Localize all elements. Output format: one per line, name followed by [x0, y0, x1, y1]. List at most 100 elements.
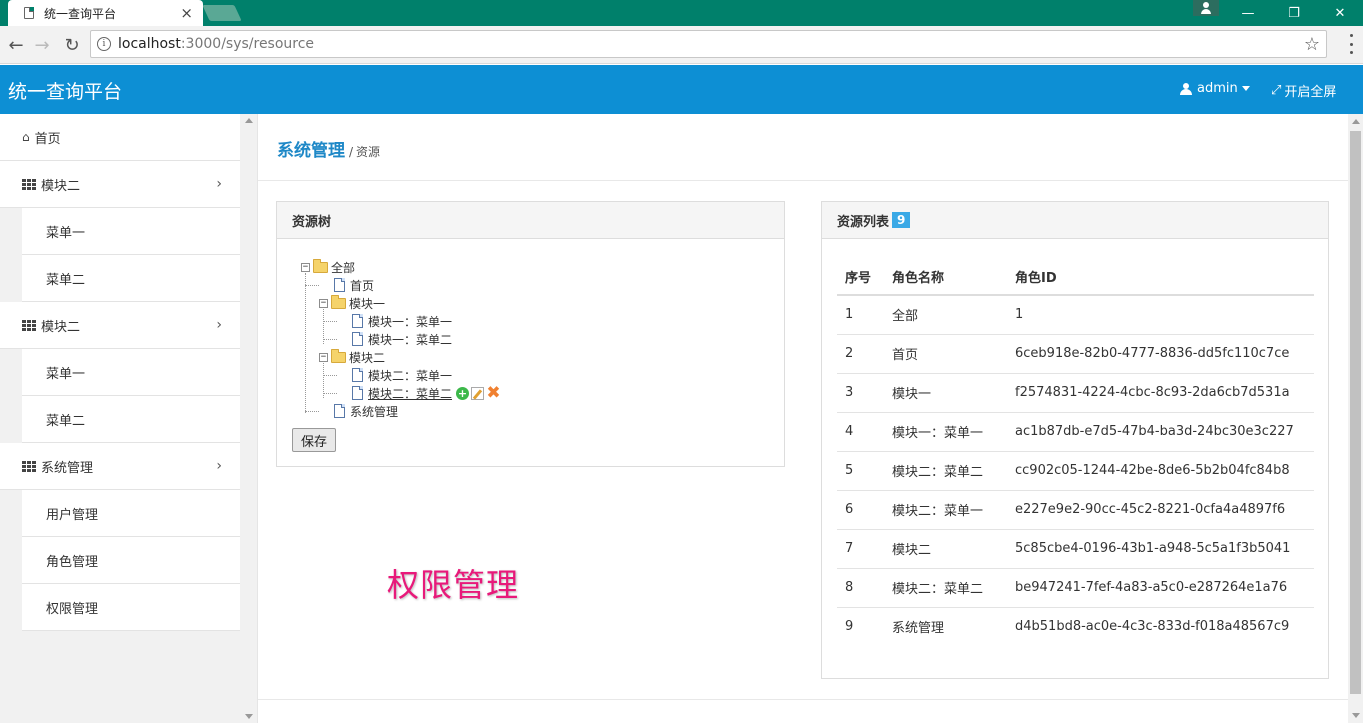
cell-index: 5 [837, 451, 884, 491]
resource-table: 序号 角色名称 角色ID 1 全部 1 2 首页 6ceb918e-82b0-4777-… [837, 259, 1314, 646]
users-icon [1178, 82, 1194, 95]
cell-name: 模块二：菜单二 [884, 568, 1007, 608]
scroll-up-icon[interactable] [245, 118, 253, 123]
resource-tree-panel: 资源树 − 全部 首页 − 模块一 模块一：菜单一 模块一：菜单二 − 模块二 … [276, 201, 785, 467]
scroll-thumb[interactable] [1350, 131, 1361, 694]
tree-node-selected[interactable]: 模块二：菜单二 + ✖ [352, 384, 501, 401]
tree-node-label: 模块一：菜单一 [368, 314, 453, 329]
tree-node[interactable]: 首页 [334, 277, 374, 293]
chevron-right-icon: › [216, 458, 222, 474]
tree-node[interactable]: 系统管理 [334, 403, 398, 419]
profile-icon[interactable] [1193, 0, 1219, 16]
table-row: 4 模块一：菜单一 ac1b87db-e7d5-47b4-ba3d-24bc30e3… [837, 412, 1314, 452]
column-header: 角色名称 [884, 259, 1007, 296]
scroll-down-icon[interactable] [1352, 713, 1360, 718]
tab-close-icon[interactable]: × [180, 5, 193, 21]
caret-down-icon [1241, 86, 1250, 91]
panel-title: 资源列表 9 [822, 202, 1328, 239]
cell-index: 3 [837, 373, 884, 413]
sidebar-subitem[interactable]: 菜单一 [22, 208, 240, 255]
tree-node[interactable]: 模块一：菜单一 [352, 313, 452, 329]
fullscreen-button[interactable]: ⤢ 开启全屏 [1271, 81, 1336, 100]
back-arrow-icon[interactable]: ← [4, 33, 28, 57]
fullscreen-label: 开启全屏 [1284, 85, 1337, 100]
tree-node-root[interactable]: − 全部 [301, 258, 356, 275]
tree-node[interactable]: − 模块一 [319, 294, 386, 311]
app-brand[interactable]: 统一查询平台 [8, 77, 122, 104]
table-row: 8 模块二：菜单二 be947241-7fef-4a83-a5c0-e287264e… [837, 568, 1314, 608]
sidebar-group-module[interactable]: 模块二 › [0, 161, 240, 208]
cell-index: 4 [837, 412, 884, 452]
tree-node[interactable]: 模块二：菜单一 [352, 367, 452, 383]
sidebar-group-system[interactable]: 系统管理 › [0, 443, 240, 490]
cell-name: 模块一：菜单一 [884, 412, 1007, 452]
app-header: 统一查询平台 admin ⤢ 开启全屏 [0, 65, 1363, 114]
sidebar-subitem[interactable]: 菜单一 [22, 349, 240, 396]
page-icon [352, 314, 363, 328]
breadcrumb-separator: / [349, 145, 354, 159]
sidebar-item-users[interactable]: 用户管理 [22, 490, 240, 537]
cell-name: 首页 [884, 334, 1007, 374]
collapse-icon[interactable]: − [301, 262, 310, 272]
page-scrollbar[interactable] [1348, 114, 1363, 723]
cell-id: f2574831-4224-4cbc-8c93-2da6cb7d531a [1007, 373, 1314, 413]
restore-button[interactable]: ❐ [1271, 0, 1317, 26]
cell-index: 7 [837, 529, 884, 569]
save-button[interactable]: 保存 [292, 428, 336, 452]
grid-icon [22, 319, 36, 331]
close-window-button[interactable]: ✕ [1317, 0, 1363, 26]
cell-index: 9 [845, 619, 854, 635]
grid-icon [22, 178, 36, 190]
cell-id: cc902c05-1244-42be-8de6-5b2b04fc84b8 [1007, 451, 1314, 491]
edit-node-icon[interactable] [471, 386, 485, 400]
sidebar-item-permissions[interactable]: 权限管理 [22, 584, 240, 631]
cell-id: e227e9e2-90cc-45c2-8221-0cfa4a4897f6 [1007, 490, 1314, 530]
reload-icon[interactable]: ↻ [60, 33, 84, 57]
collapse-icon[interactable]: − [319, 298, 328, 308]
delete-node-icon[interactable]: ✖ [486, 384, 501, 401]
scroll-down-icon[interactable] [245, 714, 253, 719]
new-tab-button[interactable] [202, 5, 242, 21]
url-path: :3000/sys/resource [180, 36, 315, 52]
breadcrumb-section[interactable]: 系统管理 [277, 136, 345, 161]
tree-node-label: 系统管理 [350, 404, 399, 419]
sidebar-subitem[interactable]: 菜单二 [22, 396, 240, 443]
sidebar-item-roles[interactable]: 角色管理 [22, 537, 240, 584]
sidebar-item-home[interactable]: ⌂ 首页 [0, 114, 240, 161]
minimize-button[interactable]: — [1225, 0, 1271, 26]
add-node-icon[interactable]: + [456, 386, 470, 400]
panel-title: 资源树 [277, 202, 784, 239]
collapse-icon[interactable]: − [319, 352, 328, 362]
sidebar: ⌂ 首页 模块二 › 菜单一 菜单二 模块二 › 菜单一 菜单二 系统管理 › … [0, 114, 258, 723]
sidebar-group-module[interactable]: 模块二 › [0, 302, 240, 349]
scroll-up-icon[interactable] [1352, 119, 1360, 124]
tree-node-label: 全部 [331, 260, 356, 275]
cell-name: 系统管理 [892, 621, 945, 637]
cell-id: 6ceb918e-82b0-4777-8836-dd5fc110c7ce [1007, 334, 1314, 374]
sidebar-item-label: 模块二 [41, 319, 81, 335]
browser-titlebar: 统一查询平台 × — ❐ ✕ [0, 0, 1363, 26]
info-icon[interactable]: i [97, 37, 111, 51]
main-content: 系统管理 / 资源 资源树 − 全部 首页 − 模块一 模块一：菜单一 模块一：… [258, 114, 1348, 723]
chevron-right-icon: › [216, 176, 222, 192]
forward-arrow-icon[interactable]: → [30, 33, 54, 57]
sidebar-scrollbar[interactable] [240, 114, 257, 723]
url-host: localhost [118, 36, 181, 52]
browser-menu-icon[interactable] [1349, 34, 1353, 54]
resource-list-panel: 资源列表 9 序号 角色名称 角色ID 1 全部 1 2 首页 6ceb918e-82b… [821, 201, 1329, 679]
table-row: 1 全部 1 [837, 295, 1314, 335]
cell-id: be947241-7fef-4a83-a5c0-e287264e1a76 [1007, 568, 1314, 608]
table-row: 9 系统管理 d4b51bd8-ac0e-4c3c-833d-f018a48567c… [837, 607, 1314, 646]
address-bar[interactable]: i localhost :3000/sys/resource ☆ [90, 30, 1327, 58]
browser-tab[interactable]: 统一查询平台 × [8, 0, 203, 26]
tree-node[interactable]: − 模块二 [319, 348, 385, 365]
watermark-text: 权限管理 [387, 566, 520, 604]
bookmark-star-icon[interactable]: ☆ [1304, 34, 1320, 55]
tree-node[interactable]: 模块一：菜单二 [352, 331, 452, 347]
browser-toolbar: ← → ↻ i localhost :3000/sys/resource ☆ [0, 26, 1363, 64]
user-menu[interactable]: admin [1178, 81, 1250, 96]
cell-name: 模块一 [884, 373, 1007, 413]
tree-node-label: 模块一 [349, 296, 386, 311]
tree-node-label: 模块二：菜单二 [368, 386, 453, 401]
sidebar-subitem[interactable]: 菜单二 [22, 255, 240, 302]
